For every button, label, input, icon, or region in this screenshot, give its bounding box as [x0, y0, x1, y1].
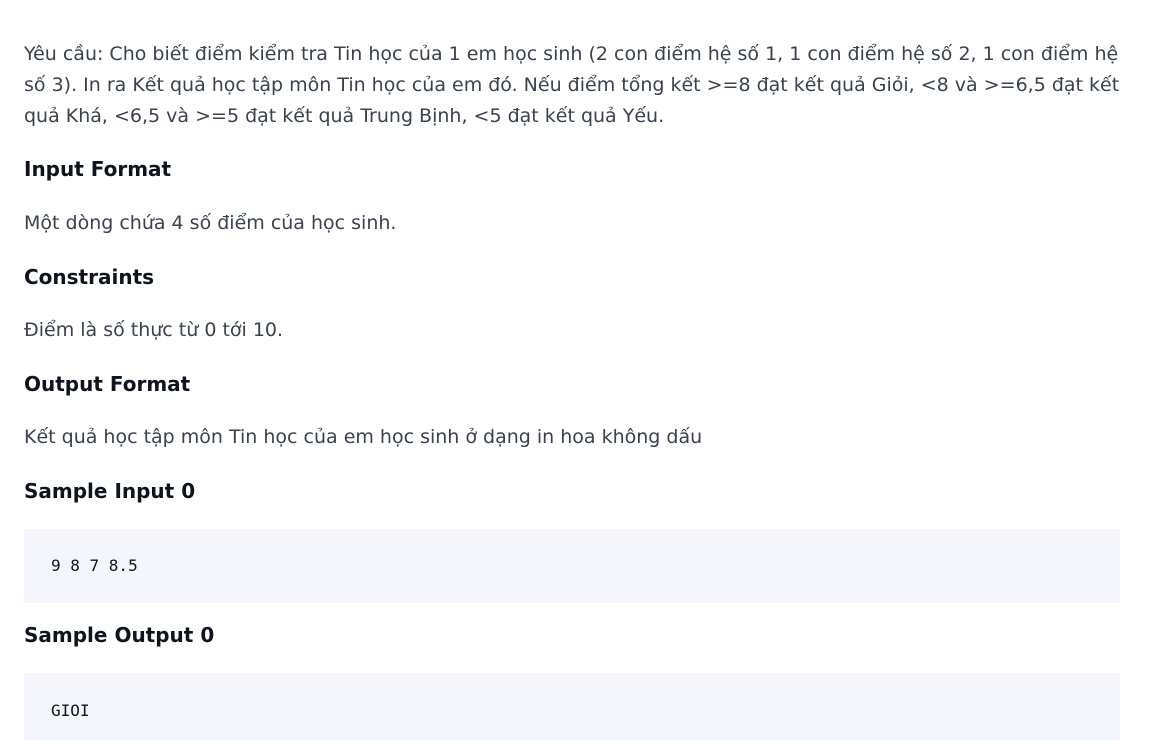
sample-input-heading: Sample Input 0	[24, 479, 196, 503]
sample-input-code[interactable]: 9 8 7 8.5	[24, 529, 1120, 603]
constraints-text: Điểm là số thực từ 0 tới 10.	[24, 319, 284, 341]
sample-output-heading: Sample Output 0	[24, 623, 215, 647]
problem-statement: Yêu cầu: Cho biết điểm kiểm tra Tin học …	[24, 43, 1120, 127]
problem-page: Yêu cầu: Cho biết điểm kiểm tra Tin học …	[0, 0, 1159, 740]
output-format-heading: Output Format	[24, 372, 191, 396]
input-format-heading: Input Format	[24, 157, 172, 181]
output-format-text: Kết quả học tập môn Tin học của em học s…	[24, 426, 703, 448]
constraints-heading: Constraints	[24, 265, 155, 289]
sample-output-code[interactable]: GIOI	[24, 673, 1120, 740]
input-format-text: Một dòng chứa 4 số điểm của học sinh.	[24, 212, 397, 234]
